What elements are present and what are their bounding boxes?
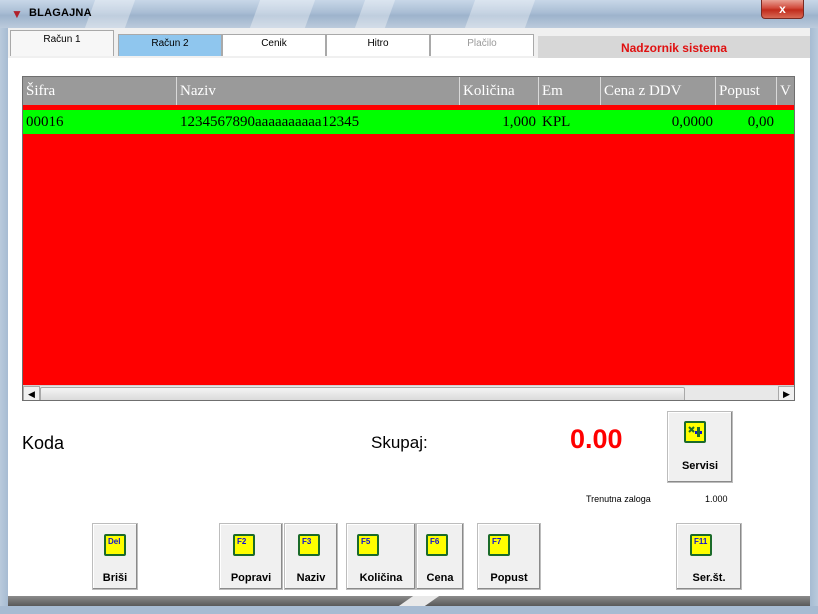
key-f3-icon: F3 <box>298 534 320 556</box>
tab-placilo[interactable]: Plačilo <box>430 34 534 56</box>
current-user-label: Nadzornik sistema <box>538 36 810 58</box>
scroll-right-icon[interactable]: ▶ <box>778 386 794 400</box>
window-frame-bottom <box>0 606 818 614</box>
column-header-kolicina[interactable]: Količina <box>460 77 539 105</box>
key-f2-icon: F2 <box>233 534 255 556</box>
grid-header: Šifra Naziv Količina Em Cena z DDV Popus… <box>23 77 794 105</box>
naziv-button[interactable]: F3 Naziv <box>284 523 338 590</box>
popust-button[interactable]: F7 Popust <box>477 523 541 590</box>
serst-label: Ser.št. <box>692 572 726 584</box>
kolicina-label: Količina <box>359 572 403 584</box>
servisi-button[interactable]: Servisi <box>667 411 733 483</box>
brisi-button[interactable]: Del Briši <box>92 523 138 590</box>
cell-naziv: 1234567890aaaaaaaaaa12345 <box>180 114 360 130</box>
receipt-grid[interactable]: Šifra Naziv Količina Em Cena z DDV Popus… <box>22 76 795 401</box>
tab-cenik[interactable]: Cenik <box>222 34 326 56</box>
code-label: Koda <box>22 433 65 453</box>
horizontal-scroll-thumb[interactable] <box>40 387 685 400</box>
cell-em: KPL <box>542 114 571 130</box>
tab-racun-2[interactable]: Račun 2 <box>118 34 222 56</box>
column-header-popust[interactable]: Popust <box>716 77 777 105</box>
window-title: BLAGAJNA <box>29 7 92 19</box>
cena-button[interactable]: F6 Cena <box>416 523 464 590</box>
column-header-em[interactable]: Em <box>539 77 601 105</box>
app-icon: ▼ <box>11 7 23 21</box>
status-strip <box>8 596 810 606</box>
naziv-label: Naziv <box>296 572 326 584</box>
column-header-sifra[interactable]: Šifra <box>23 77 177 105</box>
kolicina-button[interactable]: F5 Količina <box>346 523 416 590</box>
popravi-button[interactable]: F2 Popravi <box>219 523 283 590</box>
stock-label: Trenutna zaloga <box>586 494 651 504</box>
brisi-label: Briši <box>102 572 128 584</box>
table-row[interactable]: 00016 1234567890aaaaaaaaaa12345 1,000 KP… <box>23 110 794 134</box>
serst-button[interactable]: F11 Ser.št. <box>676 523 742 590</box>
key-f5-icon: F5 <box>357 534 379 556</box>
window-frame-left <box>0 28 8 614</box>
key-del-icon: Del <box>104 534 126 556</box>
column-header-v[interactable]: V <box>777 77 794 105</box>
key-f7-icon: F7 <box>488 534 510 556</box>
tab-hitro[interactable]: Hitro <box>326 34 430 56</box>
close-button[interactable]: x <box>761 0 804 19</box>
key-f6-icon: F6 <box>426 534 448 556</box>
column-header-naziv[interactable]: Naziv <box>177 77 460 105</box>
cell-kolicina: 1,000 <box>502 114 536 130</box>
tab-racun-1[interactable]: Račun 1 <box>10 30 114 56</box>
cell-sifra: 00016 <box>26 114 64 130</box>
servisi-label: Servisi <box>681 460 719 472</box>
tools-icon <box>684 421 706 443</box>
cell-popust: 0,00 <box>747 114 774 130</box>
title-bar: ▼ BLAGAJNA x <box>0 0 818 28</box>
popust-label: Popust <box>490 572 528 584</box>
window-frame-right <box>810 28 818 614</box>
popravi-label: Popravi <box>230 572 272 584</box>
scroll-left-icon[interactable]: ◀ <box>23 386 40 400</box>
column-header-cena[interactable]: Cena z DDV <box>601 77 716 105</box>
tab-bar: Račun 1 Račun 2 Cenik Hitro Plačilo Nadz… <box>8 28 810 58</box>
total-label: Skupaj: <box>371 433 428 452</box>
cell-cena: 0,0000 <box>671 114 713 130</box>
horizontal-scrollbar[interactable]: ◀ ▶ <box>23 385 794 400</box>
stock-value: 1.000 <box>705 494 728 504</box>
cena-label: Cena <box>426 572 454 584</box>
total-value: 0.00 <box>570 424 623 454</box>
key-f11-icon: F11 <box>690 534 712 556</box>
